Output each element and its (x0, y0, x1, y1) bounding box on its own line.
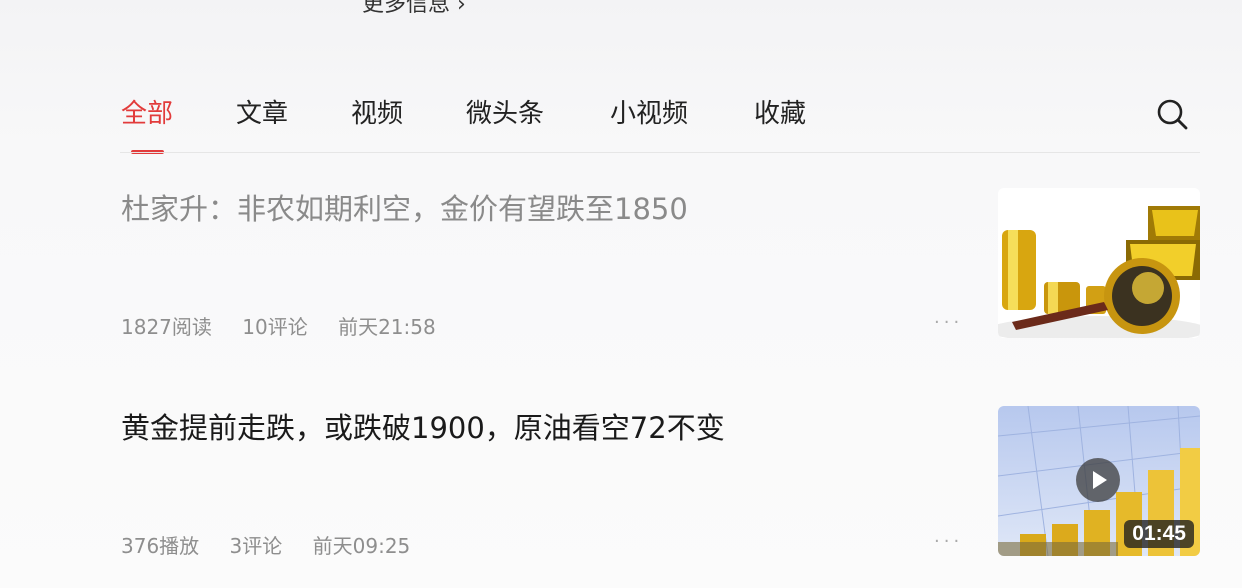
video-thumbnail[interactable]: 01:45 (998, 406, 1200, 556)
video-duration: 01:45 (1124, 520, 1194, 548)
comment-count: 3评论 (229, 534, 283, 558)
play-icon[interactable] (1076, 458, 1120, 502)
feed-item-meta: 376播放 3评论 前天09:25 (121, 530, 434, 559)
feed-item[interactable]: 杜家升：非农如期利空，金价有望跌至1850 1827阅读 10评论 前天21:5… (0, 0, 1242, 339)
play-count: 376播放 (121, 534, 200, 558)
feed-item[interactable]: 黄金提前走跌，或跌破1900，原油看空72不变 376播放 3评论 前天09:2… (0, 218, 1242, 558)
more-options-button[interactable]: ··· (934, 531, 963, 552)
feed-item-title[interactable]: 黄金提前走跌，或跌破1900，原油看空72不变 (121, 408, 725, 448)
publish-time: 前天09:25 (312, 534, 411, 558)
